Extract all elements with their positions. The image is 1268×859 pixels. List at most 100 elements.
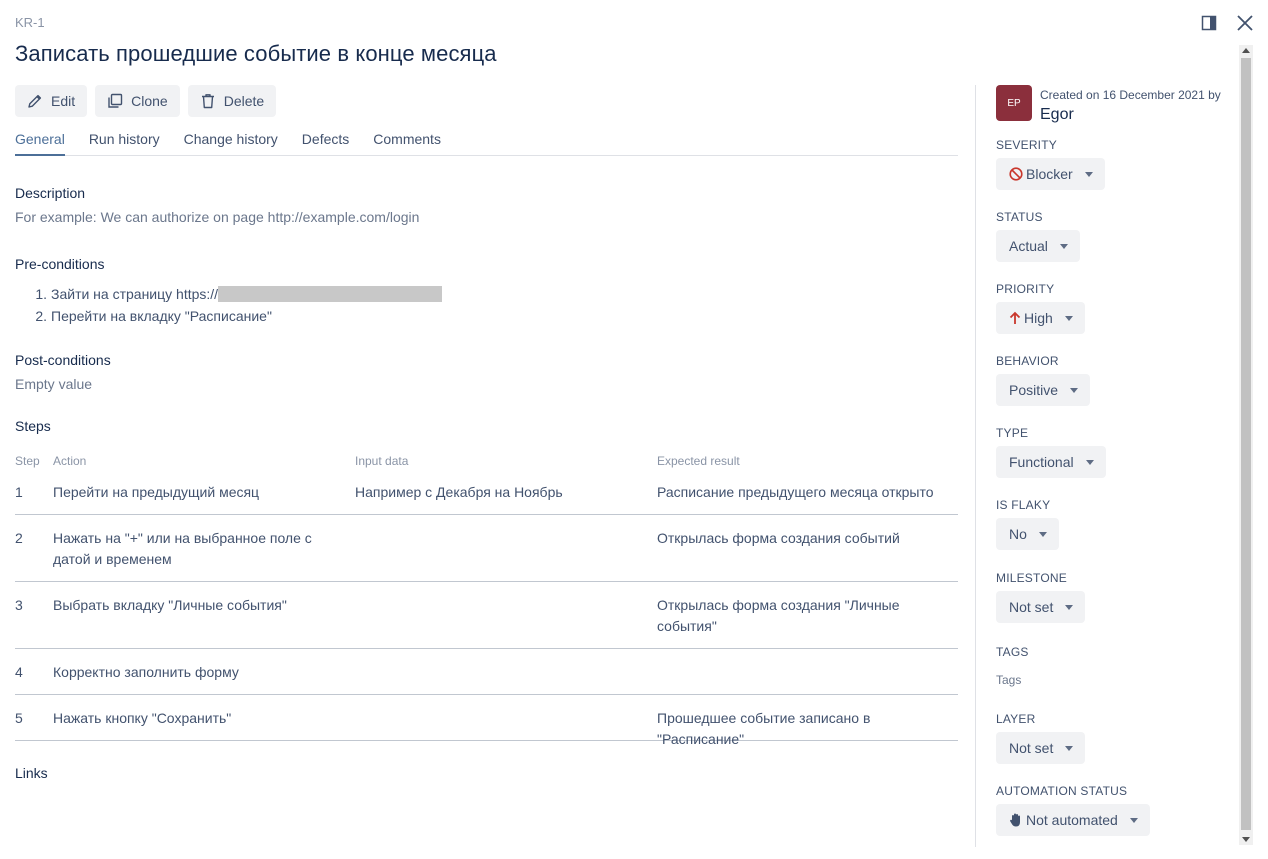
chevron-down-icon bbox=[1085, 459, 1094, 465]
step-expected: Открылась форма создания "Личные события… bbox=[657, 597, 900, 634]
field-status: STATUS Actual bbox=[996, 210, 1080, 262]
behavior-dropdown[interactable]: Positive bbox=[996, 374, 1091, 406]
clone-button[interactable]: Clone bbox=[95, 85, 180, 117]
tab-comments[interactable]: Comments bbox=[373, 131, 441, 156]
column-expected: Expected result bbox=[657, 454, 740, 468]
column-action: Action bbox=[53, 454, 87, 468]
window-controls bbox=[1198, 12, 1256, 34]
steps-table: Step Action Input data Expected result 1… bbox=[15, 450, 958, 747]
step-number: 5 bbox=[15, 710, 23, 726]
field-layer: LAYER Not set bbox=[996, 712, 1086, 764]
pencil-icon bbox=[28, 94, 42, 108]
tab-defects[interactable]: Defects bbox=[302, 131, 349, 156]
is-flaky-dropdown[interactable]: No bbox=[996, 518, 1059, 550]
scrollbar-thumb[interactable] bbox=[1241, 58, 1251, 830]
steps-label: Steps bbox=[15, 418, 51, 434]
delete-button[interactable]: Delete bbox=[187, 85, 277, 117]
issue-key: KR-1 bbox=[15, 15, 45, 30]
clone-label: Clone bbox=[131, 93, 168, 109]
behavior-value: Positive bbox=[1009, 382, 1059, 398]
step-expected bbox=[657, 662, 958, 694]
details-sidebar: EP Created on 16 December 2021 by Egor S… bbox=[996, 85, 1236, 836]
step-expected: Открылась форма создания событий bbox=[657, 530, 900, 546]
field-automation-status: AUTOMATION STATUS Not automated bbox=[996, 784, 1150, 836]
field-type: TYPE Functional bbox=[996, 426, 1106, 478]
table-row[interactable]: 2 Нажать на "+" или на выбранное поле с … bbox=[15, 515, 958, 582]
tags-label: TAGS bbox=[996, 645, 1029, 659]
side-panel-icon[interactable] bbox=[1198, 12, 1220, 34]
automation-status-value: Not automated bbox=[1026, 812, 1118, 828]
step-expected: Прошедшее событие записано в "Расписание… bbox=[657, 710, 871, 747]
postconditions-label: Post-conditions bbox=[15, 352, 111, 368]
list-number: 2. bbox=[35, 308, 47, 324]
edit-button[interactable]: Edit bbox=[15, 85, 88, 117]
step-action: Корректно заполнить форму bbox=[53, 664, 239, 680]
trash-icon bbox=[201, 94, 214, 109]
chevron-down-icon bbox=[1129, 817, 1138, 823]
column-step: Step bbox=[15, 454, 40, 468]
layer-label: LAYER bbox=[996, 712, 1036, 726]
step-action: Нажать кнопку "Сохранить" bbox=[53, 710, 232, 726]
hand-icon bbox=[1010, 813, 1020, 827]
type-dropdown[interactable]: Functional bbox=[996, 446, 1106, 478]
tab-change-history[interactable]: Change history bbox=[184, 131, 278, 156]
milestone-dropdown[interactable]: Not set bbox=[996, 591, 1086, 623]
tab-general[interactable]: General bbox=[15, 131, 65, 156]
links-label: Links bbox=[15, 765, 48, 781]
step-input bbox=[355, 708, 657, 740]
is-flaky-label: IS FLAKY bbox=[996, 498, 1051, 512]
creator-name: Egor bbox=[1040, 106, 1074, 123]
field-is-flaky: IS FLAKY No bbox=[996, 498, 1059, 550]
priority-dropdown[interactable]: High bbox=[996, 302, 1085, 334]
automation-status-dropdown[interactable]: Not automated bbox=[996, 804, 1150, 836]
panel-divider bbox=[975, 85, 976, 847]
table-row[interactable]: 4 Корректно заполнить форму bbox=[15, 649, 958, 695]
priority-label: PRIORITY bbox=[996, 282, 1055, 296]
table-header: Step Action Input data Expected result bbox=[15, 450, 958, 472]
layer-dropdown[interactable]: Not set bbox=[996, 732, 1086, 764]
list-text: Перейти на вкладку "Расписание" bbox=[51, 308, 272, 324]
tab-run-history[interactable]: Run history bbox=[89, 131, 160, 156]
step-input bbox=[355, 662, 657, 694]
table-row[interactable]: 1 Перейти на предыдущий месяц Например с… bbox=[15, 472, 958, 515]
step-number: 2 bbox=[15, 530, 23, 546]
status-dropdown[interactable]: Actual bbox=[996, 230, 1080, 262]
scroll-down-icon[interactable] bbox=[1242, 837, 1250, 842]
behavior-label: BEHAVIOR bbox=[996, 354, 1059, 368]
step-number: 3 bbox=[15, 597, 23, 613]
type-label: TYPE bbox=[996, 426, 1029, 440]
redacted-url bbox=[218, 286, 443, 302]
severity-dropdown[interactable]: Blocker bbox=[996, 158, 1105, 190]
field-severity: SEVERITY Blocker bbox=[996, 138, 1105, 190]
chevron-down-icon bbox=[1070, 387, 1079, 393]
chevron-down-icon bbox=[1065, 745, 1074, 751]
column-input: Input data bbox=[355, 454, 409, 468]
creator-info: EP Created on 16 December 2021 by Egor bbox=[996, 85, 1236, 124]
scrollbar[interactable] bbox=[1239, 45, 1253, 845]
description-value: For example: We can authorize on page ht… bbox=[15, 209, 420, 225]
description-label: Description bbox=[15, 185, 86, 201]
step-input bbox=[355, 528, 657, 581]
arrow-up-icon bbox=[1009, 311, 1021, 324]
created-text: Created on 16 December 2021 by bbox=[1040, 88, 1221, 102]
step-action: Перейти на предыдущий месяц bbox=[53, 484, 260, 500]
avatar[interactable]: EP bbox=[996, 85, 1032, 121]
tags-input[interactable]: Tags bbox=[996, 673, 1029, 687]
close-icon[interactable] bbox=[1234, 12, 1256, 34]
field-tags: TAGS Tags bbox=[996, 645, 1029, 687]
blocker-icon bbox=[1009, 167, 1023, 181]
milestone-value: Not set bbox=[1009, 599, 1054, 615]
type-value: Functional bbox=[1009, 454, 1074, 470]
chevron-down-icon bbox=[1064, 315, 1073, 321]
status-label: STATUS bbox=[996, 210, 1043, 224]
table-row[interactable]: 3 Выбрать вкладку "Личные события" Откры… bbox=[15, 582, 958, 649]
scroll-up-icon[interactable] bbox=[1242, 48, 1250, 53]
chevron-down-icon bbox=[1038, 531, 1047, 537]
step-action: Нажать на "+" или на выбранное поле с да… bbox=[53, 530, 312, 567]
preconditions-label: Pre-conditions bbox=[15, 256, 105, 272]
step-number: 4 bbox=[15, 664, 23, 680]
table-row[interactable]: 5 Нажать кнопку "Сохранить" Прошедшее со… bbox=[15, 695, 958, 747]
step-input: Например с Декабря на Ноябрь bbox=[355, 484, 563, 500]
automation-status-label: AUTOMATION STATUS bbox=[996, 784, 1128, 798]
list-text: Зайти на страницу https:// bbox=[51, 286, 219, 302]
